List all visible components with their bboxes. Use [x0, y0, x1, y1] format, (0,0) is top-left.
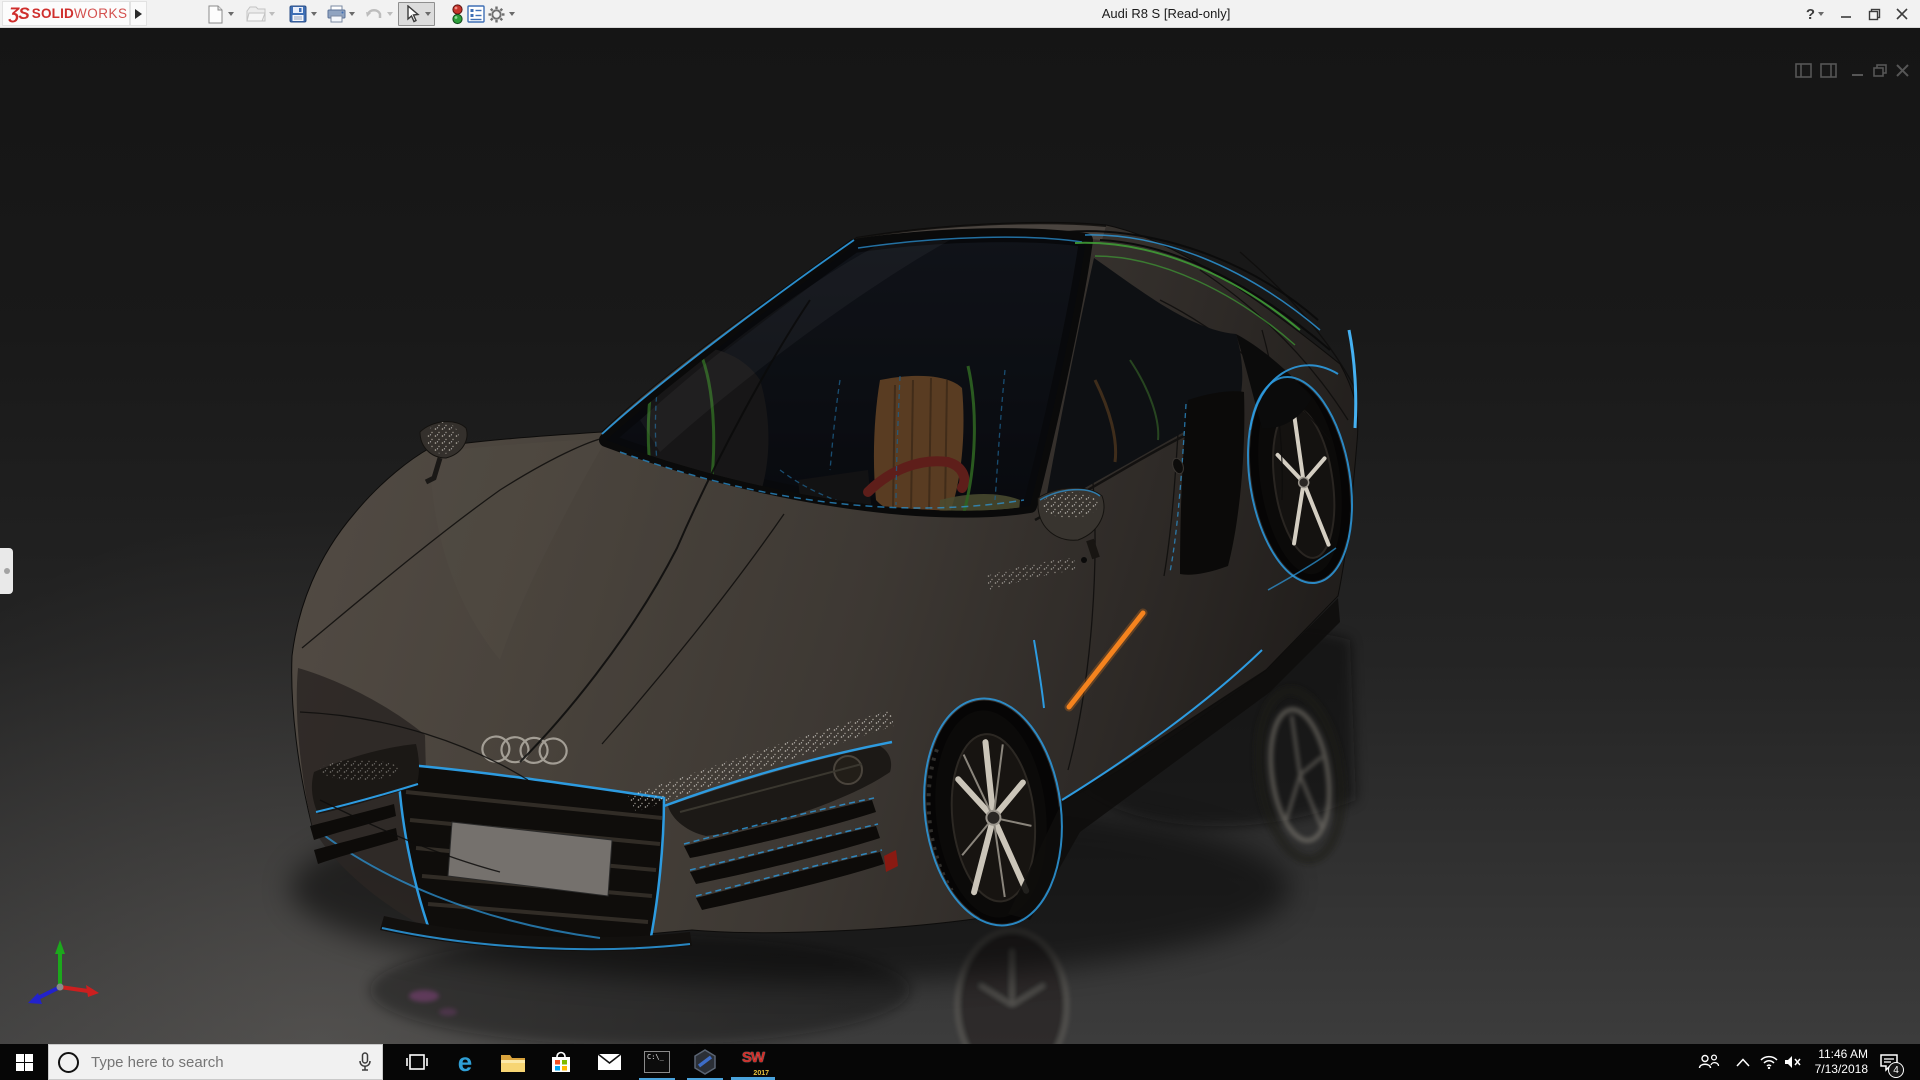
hidden-icons-button[interactable]: [1730, 1044, 1756, 1080]
select-cursor-icon: [402, 4, 422, 24]
options-button[interactable]: [486, 2, 515, 26]
feature-panel-tab[interactable]: [0, 548, 13, 594]
dropdown-caret[interactable]: [509, 12, 515, 16]
people-icon: [1698, 1054, 1720, 1070]
taskbar-clock[interactable]: 11:46 AM 7/13/2018: [1800, 1047, 1868, 1077]
open-folder-icon: [246, 4, 266, 24]
new-document-button[interactable]: [205, 2, 234, 26]
clock-date: 7/13/2018: [1800, 1062, 1868, 1077]
file-properties-icon: [466, 4, 486, 24]
task-view-icon: [406, 1053, 428, 1071]
dropdown-caret[interactable]: [349, 12, 355, 16]
panel-tab-grip: [4, 568, 10, 574]
mail-button[interactable]: [585, 1044, 633, 1080]
print-icon: [326, 4, 346, 24]
file-properties-button[interactable]: [466, 2, 486, 26]
print-button[interactable]: [326, 2, 355, 26]
dropdown-caret[interactable]: [425, 12, 431, 16]
expand-arrow-icon: [135, 9, 142, 19]
dropdown-caret[interactable]: [311, 12, 317, 16]
solidworks-taskbar-button[interactable]: SW 2017: [729, 1044, 777, 1080]
new-document-icon: [205, 4, 225, 24]
dropdown-caret: [269, 12, 275, 16]
select-tool-button[interactable]: [398, 2, 435, 26]
doc-minimize-button[interactable]: [1851, 64, 1865, 83]
file-explorer-button[interactable]: [489, 1044, 537, 1080]
document-title: Audi R8 S [Read-only]: [1102, 6, 1231, 21]
task-view-button[interactable]: [393, 1044, 441, 1080]
cortana-icon: [58, 1052, 79, 1073]
edrawings-button[interactable]: [681, 1044, 729, 1080]
doc-restore-button[interactable]: [1873, 64, 1888, 83]
rebuild-button[interactable]: [447, 2, 467, 26]
taskbar-search[interactable]: [48, 1044, 383, 1080]
menu-expand-button[interactable]: [130, 1, 147, 26]
model-canvas[interactable]: [0, 28, 1920, 1044]
save-floppy-icon: [288, 4, 308, 24]
graphics-viewport[interactable]: *Dimetric: [0, 28, 1920, 1044]
chevron-up-icon: [1736, 1058, 1750, 1067]
solidworks-2017-icon: SW 2017: [738, 1049, 768, 1075]
desktop: { "app": { "titlebar": { "logo_mark": "Ʒ…: [0, 0, 1920, 1080]
gear-icon: [486, 4, 506, 24]
microphone-icon[interactable]: [358, 1052, 372, 1072]
save-button[interactable]: [288, 2, 317, 26]
undo-icon: [364, 4, 384, 24]
windows-logo-icon: [16, 1054, 33, 1071]
edrawings-hexagon-icon: [692, 1049, 718, 1075]
edge-icon: e: [458, 1049, 472, 1075]
pane-toggle-left-icon[interactable]: [1795, 63, 1812, 83]
rebuild-trafficlight-icon: [447, 4, 467, 24]
start-button[interactable]: [0, 1044, 48, 1080]
close-button[interactable]: [1888, 0, 1916, 28]
document-window-controls: [1795, 63, 1909, 83]
pane-toggle-right-icon[interactable]: [1820, 63, 1837, 83]
undo-button: [364, 2, 393, 26]
app-titlebar: ƷS SOLID WORKS: [0, 0, 1920, 28]
network-button[interactable]: [1756, 1044, 1782, 1080]
magenta-reflection: [409, 990, 439, 1002]
file-explorer-icon: [500, 1052, 526, 1073]
command-prompt-button[interactable]: C:\_: [633, 1044, 681, 1080]
help-button[interactable]: ?: [1804, 6, 1817, 23]
ds-logo-mark: ƷS: [9, 4, 29, 24]
mail-icon: [597, 1053, 622, 1071]
help-dropdown-caret[interactable]: [1818, 12, 1824, 16]
store-icon: [550, 1051, 572, 1074]
logo-text-solid: SOLID: [32, 6, 74, 21]
notification-badge[interactable]: 4: [1888, 1062, 1904, 1078]
keyhole: [1081, 557, 1087, 563]
windows-taskbar: e C:\_ SW 2017: [0, 1044, 1920, 1080]
wifi-icon: [1760, 1055, 1778, 1069]
logo-text-works: WORKS: [74, 6, 128, 21]
dropdown-caret[interactable]: [228, 12, 234, 16]
solidworks-logo[interactable]: ƷS SOLID WORKS: [2, 1, 130, 26]
clock-time: 11:46 AM: [1800, 1047, 1868, 1062]
store-button[interactable]: [537, 1044, 585, 1080]
command-prompt-icon: C:\_: [644, 1051, 670, 1073]
doc-close-button[interactable]: [1896, 64, 1909, 82]
edge-button[interactable]: e: [441, 1044, 489, 1080]
restore-button[interactable]: [1860, 0, 1888, 28]
open-button[interactable]: [246, 2, 275, 26]
minimize-button[interactable]: [1832, 0, 1860, 28]
search-input[interactable]: [89, 1053, 358, 1072]
dropdown-caret: [387, 12, 393, 16]
front-grille[interactable]: [398, 764, 664, 947]
people-button[interactable]: [1694, 1044, 1724, 1080]
